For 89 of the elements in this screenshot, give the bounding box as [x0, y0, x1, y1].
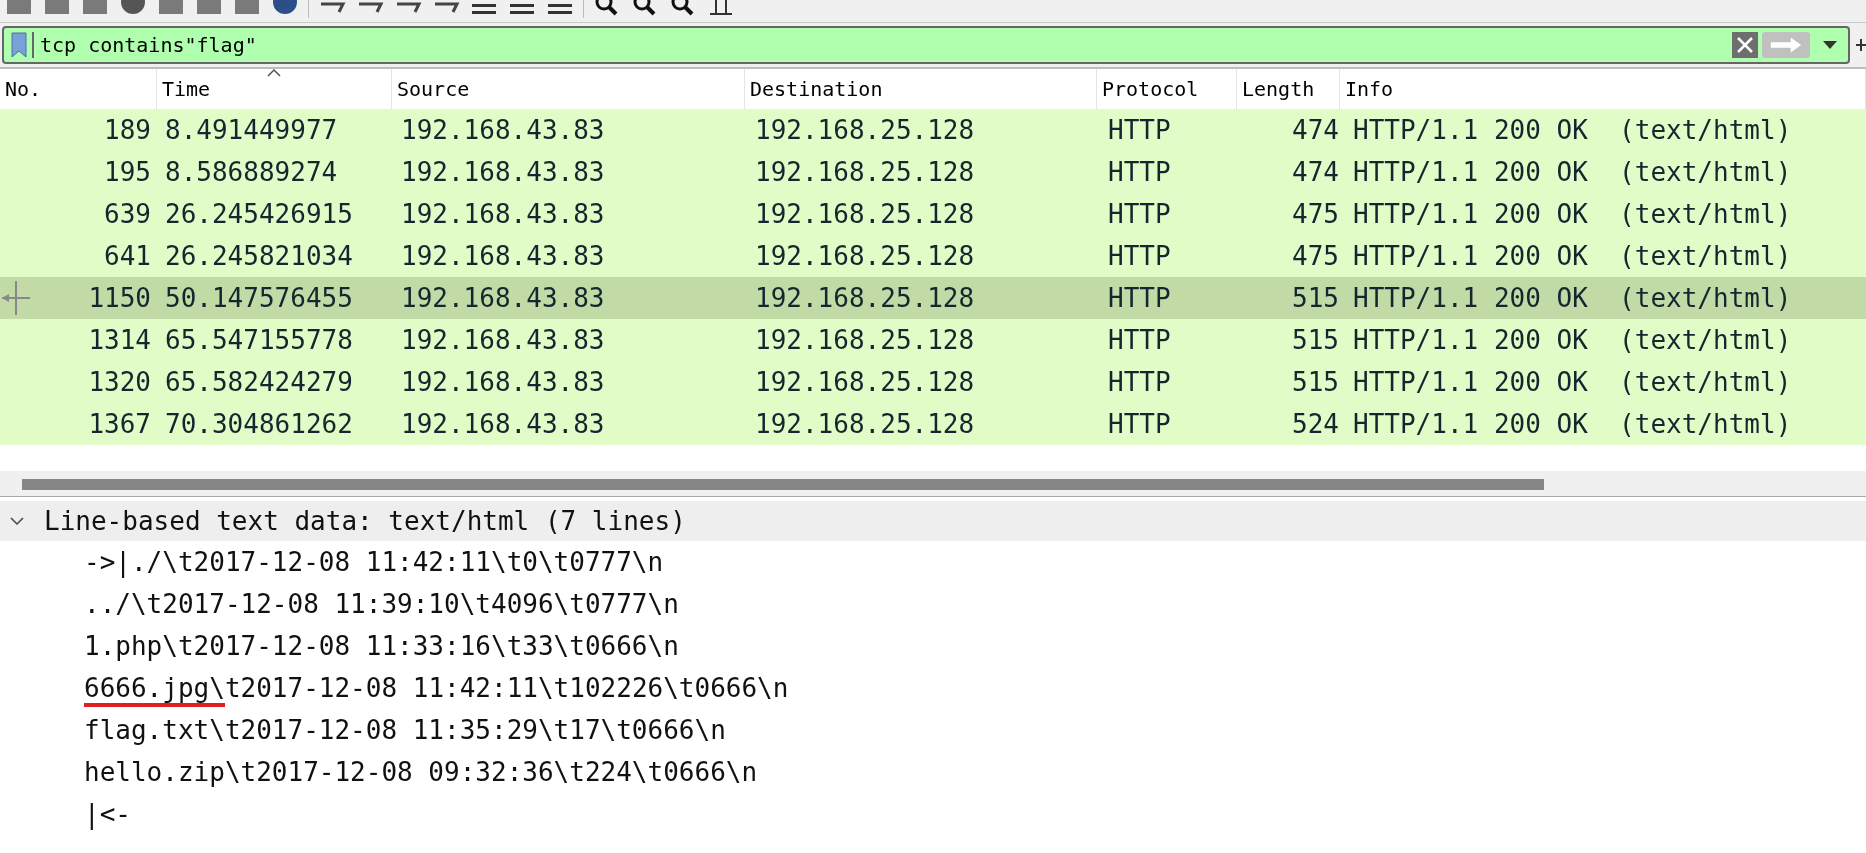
table-cell-text: 192.168.25.128: [754, 199, 976, 229]
table-cell-text: HTTP: [1107, 115, 1172, 145]
tree-item[interactable]: Line-based text data: text/html (7 lines): [0, 501, 1866, 541]
table-cell-text: 192.168.43.83: [400, 367, 606, 397]
text-line: 6666.jpg\t2017-12-08 11:42:11\t102226\t0666\n: [0, 667, 1866, 709]
table-cell-text: 8.586889274: [164, 157, 339, 187]
table-cell-text: HTTP: [1107, 283, 1172, 313]
table-cell-text: 475: [1291, 199, 1340, 229]
table-cell-text: 192.168.43.83: [400, 115, 606, 145]
square-icon[interactable]: [80, 0, 110, 16]
text-line: 1.php\t2017-12-08 11:33:16\t33\t0666\n: [83, 630, 680, 663]
table-cell-text: 641: [103, 241, 152, 271]
packet-row[interactable]: 1314 65.547155778 192.168.43.83 192.168.25.128 HTTP 515 HTTP/1.1 200 OK (text/html): [0, 319, 1866, 361]
table-cell-text: 65.547155778: [164, 325, 354, 355]
table-cell-text: 1367: [87, 409, 152, 439]
dropdown-caret-icon[interactable]: [1822, 40, 1838, 50]
text-line: ../\t2017-12-08 11:39:10\t4096\t0777\n: [83, 588, 680, 621]
table-cell-text: 195: [103, 157, 152, 187]
table-cell-text: 8.491449977: [164, 115, 339, 145]
table-cell-text: 1150: [87, 283, 152, 313]
sort-caret-icon: [267, 69, 281, 77]
table-cell-text: HTTP/1.1 200 OK (text/html): [1352, 283, 1793, 313]
table-cell-text: 192.168.43.83: [400, 157, 606, 187]
table-cell-text: HTTP/1.1 200 OK (text/html): [1352, 367, 1793, 397]
related-packet-arrow-icon: [0, 281, 32, 315]
square-icon[interactable]: [194, 0, 224, 16]
square-icon[interactable]: [156, 0, 186, 16]
table-cell-text: 192.168.25.128: [754, 283, 976, 313]
packet-row[interactable]: 189 8.491449977 192.168.43.83 192.168.25.128 HTTP 474 HTTP/1.1 200 OK (text/html): [0, 109, 1866, 151]
table-cell-text: 474: [1291, 157, 1340, 187]
table-cell-text: HTTP: [1107, 199, 1172, 229]
display-filter-field[interactable]: tcp contains"flag": [2, 26, 1850, 64]
table-cell-text: 524: [1291, 409, 1340, 439]
scrollbar-thumb[interactable]: [22, 479, 1544, 490]
text-line: flag.txt\t2017-12-08 11:35:29\t17\t0666\n: [83, 714, 727, 747]
packet-row[interactable]: 1320 65.582424279 192.168.43.83 192.168.25.128 HTTP 515 HTTP/1.1 200 OK (text/html): [0, 361, 1866, 403]
table-cell-text: 65.582424279: [164, 367, 354, 397]
packet-row[interactable]: 1150 50.147576455 192.168.43.83 192.168.25.128 HTTP 515 HTTP/1.1 200 OK (text/html): [0, 277, 1866, 319]
table-cell-text: 515: [1291, 325, 1340, 355]
table-cell-text: 192.168.25.128: [754, 409, 976, 439]
table-cell-text: HTTP/1.1 200 OK (text/html): [1352, 325, 1793, 355]
table-cell-text: 192.168.25.128: [754, 367, 976, 397]
table-cell-text: 26.245426915: [164, 199, 354, 229]
square-icon[interactable]: [42, 0, 72, 16]
text-line: |<-: [83, 798, 132, 832]
table-cell-text: 475: [1291, 241, 1340, 271]
table-cell-text: HTTP: [1107, 241, 1172, 271]
table-cell-text: HTTP: [1107, 409, 1172, 439]
plus-icon[interactable]: [1856, 39, 1866, 51]
table-cell-text: 192.168.25.128: [754, 325, 976, 355]
clear-button[interactable]: [1732, 32, 1758, 58]
table-cell-text: 70.304861262: [164, 409, 354, 439]
table-cell-text: 192.168.25.128: [754, 115, 976, 145]
table-cell-text: 1314: [87, 325, 152, 355]
text-line: hello.zip\t2017-12-08 09:32:36\t224\t0666\n: [83, 756, 759, 789]
table-cell-text: HTTP/1.1 200 OK (text/html): [1352, 199, 1793, 229]
table-cell-text: 26.245821034: [164, 241, 354, 271]
table-cell-text: 50.147576455: [164, 283, 354, 313]
table-cell-text: HTTP/1.1 200 OK (text/html): [1352, 241, 1793, 271]
packet-row[interactable]: 639 26.245426915 192.168.43.83 192.168.25.128 HTTP 475 HTTP/1.1 200 OK (text/html): [0, 193, 1866, 235]
bookmark-icon[interactable]: [10, 32, 34, 58]
table-cell-text: HTTP/1.1 200 OK (text/html): [1352, 157, 1793, 187]
square-icon[interactable]: [4, 0, 34, 16]
packet-row[interactable]: 1367 70.304861262 192.168.43.83 192.168.25.128 HTTP 524 HTTP/1.1 200 OK (text/html): [0, 403, 1866, 445]
table-cell-text: HTTP: [1107, 367, 1172, 397]
tree-item-label: Line-based text data: text/html (7 lines): [44, 506, 686, 536]
table-cell-text: 192.168.43.83: [400, 325, 606, 355]
packet-row[interactable]: 195 8.586889274 192.168.43.83 192.168.25.128 HTTP 474 HTTP/1.1 200 OK (text/html): [0, 151, 1866, 193]
table-cell-text: HTTP/1.1 200 OK (text/html): [1352, 409, 1793, 439]
table-cell-text: 192.168.43.83: [400, 409, 606, 439]
table-cell-text: 192.168.25.128: [754, 241, 976, 271]
text-line: ->|./\t2017-12-08 11:42:11\t0\t0777\n: [83, 546, 665, 580]
table-cell-text: 639: [103, 199, 152, 229]
table-cell-text: 192.168.43.83: [400, 283, 606, 313]
table-cell-text: 189: [103, 115, 152, 145]
table-cell-text: 515: [1291, 283, 1340, 313]
packet-row[interactable]: 641 26.245821034 192.168.43.83 192.168.25.128 HTTP 475 HTTP/1.1 200 OK (text/html): [0, 235, 1866, 277]
chevron-icon[interactable]: [10, 516, 24, 526]
horizontal-scrollbar[interactable]: [0, 471, 1866, 497]
table-cell-text: 474: [1291, 115, 1340, 145]
table-cell-text: 192.168.25.128: [754, 157, 976, 187]
table-cell-text: 192.168.43.83: [400, 199, 606, 229]
table-cell-text: HTTP: [1107, 325, 1172, 355]
table-cell-text: 192.168.43.83: [400, 241, 606, 271]
table-cell-text: HTTP/1.1 200 OK (text/html): [1352, 115, 1793, 145]
table-cell-text: 1320: [87, 367, 152, 397]
table-cell-text: HTTP: [1107, 157, 1172, 187]
square-icon[interactable]: [232, 0, 262, 16]
table-cell-text: 515: [1291, 367, 1340, 397]
